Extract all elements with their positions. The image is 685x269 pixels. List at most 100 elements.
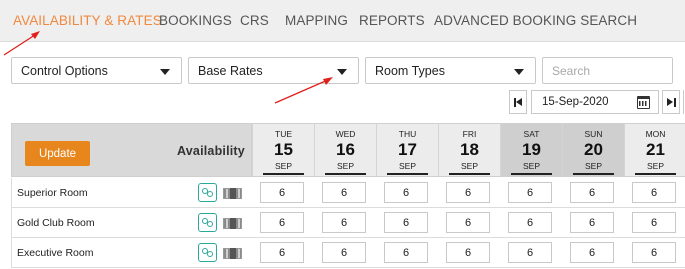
date-underline: [325, 173, 366, 175]
last-page-button[interactable]: [662, 90, 680, 114]
availability-cell[interactable]: [570, 242, 614, 263]
day-number: 18: [460, 140, 479, 159]
table-row: Superior Room: [11, 178, 685, 208]
toggle-icon[interactable]: [223, 248, 242, 259]
availability-cell[interactable]: [322, 212, 366, 233]
day-of-week: WED: [335, 129, 356, 139]
top-nav: AVAILABILITY & RATES BOOKINGS CRS MAPPIN…: [0, 0, 685, 42]
day-number: 17: [398, 140, 417, 159]
availability-cell[interactable]: [570, 182, 614, 203]
tab-reports[interactable]: REPORTS: [359, 13, 425, 28]
availability-cell[interactable]: [384, 182, 428, 203]
date-underline: [263, 173, 304, 175]
day-number: 19: [522, 140, 541, 159]
control-options-label: Control Options: [21, 64, 108, 78]
month-label: SEP: [398, 161, 416, 171]
grid-header-left: Update Availability: [11, 123, 252, 177]
day-of-week: THU: [398, 129, 417, 139]
availability-cell[interactable]: [446, 212, 490, 233]
tab-mapping[interactable]: MAPPING: [285, 13, 348, 28]
tab-bookings[interactable]: BOOKINGS: [159, 13, 232, 28]
update-button[interactable]: Update: [25, 141, 90, 166]
month-label: SEP: [522, 161, 540, 171]
last-page-icon-bar: [674, 98, 676, 107]
availability-cell[interactable]: [508, 242, 552, 263]
availability-cell[interactable]: [260, 242, 304, 263]
date-underline: [573, 173, 614, 175]
month-label: SEP: [460, 161, 478, 171]
room-name: Gold Club Room: [17, 217, 95, 229]
control-options-select[interactable]: Control Options: [11, 57, 182, 84]
day-of-week: SAT: [523, 129, 540, 139]
day-of-week: MON: [645, 129, 666, 139]
app-root: AVAILABILITY & RATES BOOKINGS CRS MAPPIN…: [0, 0, 685, 269]
search-input[interactable]: [542, 57, 673, 84]
availability-cell[interactable]: [446, 182, 490, 203]
first-page-button[interactable]: [509, 90, 527, 114]
availability-cell[interactable]: [632, 182, 676, 203]
link-icon[interactable]: [198, 243, 217, 262]
availability-cell[interactable]: [632, 242, 676, 263]
tab-crs[interactable]: CRS: [240, 13, 269, 28]
day-of-week: SUN: [584, 129, 603, 139]
date-underline: [449, 173, 490, 175]
date-value: 15-Sep-2020: [542, 96, 609, 108]
availability-cell[interactable]: [322, 182, 366, 203]
availability-cell[interactable]: [508, 182, 552, 203]
availability-cell[interactable]: [632, 212, 676, 233]
link-icon[interactable]: [198, 213, 217, 232]
date-field[interactable]: 15-Sep-2020: [531, 90, 659, 114]
chevron-down-icon: [160, 69, 170, 75]
date-column-header[interactable]: FRI 18 SEP: [438, 123, 500, 177]
table-row: Executive Room: [11, 238, 685, 268]
link-icon[interactable]: [198, 183, 217, 202]
date-column-header[interactable]: SUN 20 SEP: [562, 123, 624, 177]
date-underline: [635, 173, 676, 175]
month-label: SEP: [584, 161, 602, 171]
availability-cell[interactable]: [508, 212, 552, 233]
availability-cell[interactable]: [260, 212, 304, 233]
date-column-header[interactable]: MON 21 SEP: [624, 123, 685, 177]
date-underline: [511, 173, 552, 175]
date-underline: [387, 173, 428, 175]
first-page-icon-arrow: [516, 98, 522, 106]
room-types-select[interactable]: Room Types: [365, 57, 536, 84]
date-column-header[interactable]: TUE 15 SEP: [252, 123, 314, 177]
calendar-icon[interactable]: [637, 96, 650, 109]
availability-cell[interactable]: [570, 212, 614, 233]
availability-cell[interactable]: [322, 242, 366, 263]
day-number: 21: [646, 140, 665, 159]
base-rates-select[interactable]: Base Rates: [188, 57, 359, 84]
availability-cell[interactable]: [384, 242, 428, 263]
room-types-label: Room Types: [375, 64, 445, 78]
chevron-down-icon: [337, 69, 347, 75]
date-column-header[interactable]: SAT 19 SEP: [500, 123, 562, 177]
date-column-header[interactable]: THU 17 SEP: [376, 123, 438, 177]
tab-availability-rates[interactable]: AVAILABILITY & RATES: [13, 13, 162, 28]
room-name: Executive Room: [17, 247, 94, 259]
date-column-header[interactable]: WED 16 SEP: [314, 123, 376, 177]
month-label: SEP: [274, 161, 292, 171]
link-icon-ring: [207, 191, 213, 197]
chevron-down-icon: [514, 69, 524, 75]
day-of-week: TUE: [275, 129, 292, 139]
last-page-icon: [667, 98, 673, 106]
tab-advanced-booking-search[interactable]: ADVANCED BOOKING SEARCH: [434, 13, 637, 28]
availability-cell[interactable]: [384, 212, 428, 233]
link-icon-ring: [207, 251, 213, 257]
availability-label: Availability: [177, 144, 245, 158]
day-number: 20: [584, 140, 603, 159]
day-of-week: FRI: [462, 129, 477, 139]
day-number: 15: [274, 140, 293, 159]
availability-cell[interactable]: [446, 242, 490, 263]
divider: [683, 90, 684, 114]
month-label: SEP: [336, 161, 354, 171]
link-icon-ring: [207, 221, 213, 227]
toggle-icon[interactable]: [223, 218, 242, 229]
availability-cell[interactable]: [260, 182, 304, 203]
month-label: SEP: [646, 161, 664, 171]
availability-grid: Update Availability ‹ TUE15SEPWED16SEPTH…: [11, 123, 685, 269]
room-name: Superior Room: [17, 187, 88, 199]
toggle-icon[interactable]: [223, 188, 242, 199]
table-row: Gold Club Room: [11, 208, 685, 238]
